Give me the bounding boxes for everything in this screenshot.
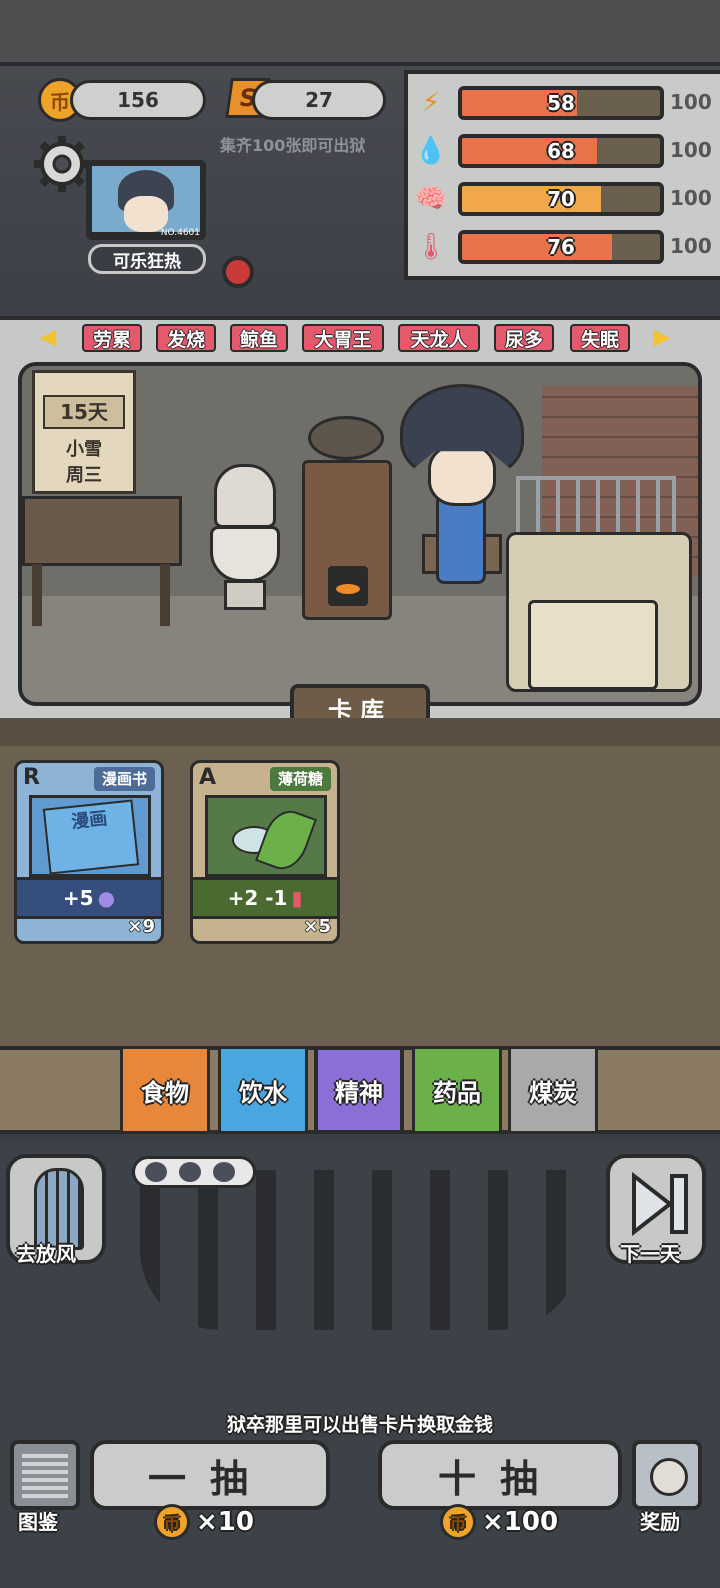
mind-value: 70 [547,187,575,211]
special-counter: 27 [252,80,386,120]
trait-tag[interactable]: 劳累 [82,324,142,352]
trait-tag[interactable]: 大胃王 [302,324,384,352]
temperature-value: 76 [547,235,575,259]
category-water[interactable]: 饮水 [218,1046,308,1134]
temperature-icon: 🌡 [414,232,448,262]
energy-max: 100 [670,90,712,114]
category-mind[interactable]: 精神 [314,1046,404,1134]
wooden-table[interactable] [22,496,182,636]
mind-max: 100 [670,186,712,210]
mouse-reward-icon[interactable] [632,1440,702,1510]
reward-label[interactable]: 奖励 [640,1506,680,1535]
yard-label: 去放风 [16,1242,76,1266]
category-coal[interactable]: 煤炭 [508,1046,598,1134]
prison-cell-scene: 15天 小雪 周三 [18,362,702,706]
sell-tip: 狱卒那里可以出售卡片换取金钱 [226,1414,493,1436]
trait-tag[interactable]: 天龙人 [398,324,480,352]
prisoner-name: 可乐狂热 [88,244,206,274]
water-bar: 68 [458,134,664,168]
temperature-max: 100 [670,234,712,258]
energy-icon: ⚡ [421,88,441,118]
single-draw-cost: 币 ×10 [154,1502,254,1542]
ten-draw-cost: 币 ×100 [440,1502,558,1542]
water-icon: 💧 [414,136,448,166]
card-count: ×9 [127,916,155,937]
coin-icon: 币 [154,1504,190,1540]
card-rarity: A [199,765,217,790]
trait-tag[interactable]: 失眠 [570,324,630,352]
guard-face-icon [213,1162,235,1182]
single-draw-button[interactable]: 一抽 [90,1440,330,1510]
card-name: 薄荷糖 [269,767,331,791]
escape-hint: 集齐100张即可出狱 [220,136,366,155]
water-max: 100 [670,138,712,162]
scroll-left-icon[interactable]: ◀ [38,324,58,352]
coin-icon: 币 [440,1504,476,1540]
settings-gear-icon[interactable] [32,134,92,194]
card-count: ×5 [303,916,331,937]
comic-book-icon: 漫画 [29,795,151,877]
ten-draw-cost-value: ×100 [482,1507,559,1537]
stat-mind: 🧠 70 100 [408,180,720,220]
trait-tag[interactable]: 尿多 [494,324,554,352]
scroll-right-icon[interactable]: ▶ [652,324,672,352]
trait-tag[interactable]: 发烧 [156,324,216,352]
temperature-bar: 76 [458,230,664,264]
mint-leaf [255,804,317,876]
energy-bar: 58 [458,86,664,120]
prisoner-avatar [92,166,200,232]
calendar-weekday: 周三 [66,465,102,486]
mint-leaf-icon [205,795,327,877]
stat-temperature: 🌡 76 100 [408,228,720,268]
energy-value: 58 [547,91,575,115]
special-count: 27 [305,88,333,112]
ten-draw-button[interactable]: 十抽 [378,1440,622,1510]
guard-face-icon [179,1162,201,1182]
card-effect: +2 -1 ▮ [193,877,337,919]
calendar-poster[interactable]: 15天 小雪 周三 [32,370,136,494]
portrait-monitor[interactable]: NO.4601 [86,160,206,240]
alarm-light [222,256,254,288]
water-value: 68 [547,139,575,163]
brain-icon: ● [97,886,116,910]
single-draw-cost-value: ×10 [196,1507,254,1537]
coal-stove[interactable] [302,416,392,626]
trait-tag[interactable]: 鲸鱼 [230,324,288,352]
brain-icon: 🧠 [414,184,448,214]
skip-forward-icon [632,1172,688,1236]
card-effect: +5 ● [17,877,161,919]
guard-face-icon [145,1162,167,1182]
card-mint-candy[interactable]: A 薄荷糖 +2 -1 ▮ ×5 [190,760,340,944]
coin-counter: 156 [70,80,206,120]
temperature-icon: ▮ [291,886,303,910]
toilet[interactable] [210,464,280,614]
card-rarity: R [23,765,40,790]
stat-water: 💧 68 100 [408,132,720,172]
category-medicine[interactable]: 药品 [412,1046,502,1134]
pillow [528,600,658,690]
album-book-icon[interactable] [10,1440,80,1510]
next-day-label: 下一天 [620,1242,680,1266]
comic-cover-text: 漫画 [42,799,140,875]
stats-panel: ⚡ 58 100 💧 68 100 🧠 70 100 🌡 76 100 [404,70,720,280]
card-effect-value: +2 -1 [227,886,288,910]
stat-energy: ⚡ 58 100 [408,84,720,124]
prison-bed[interactable] [506,476,696,696]
category-food[interactable]: 食物 [120,1046,210,1134]
album-label[interactable]: 图鉴 [18,1506,58,1535]
calendar-day: 15天 [43,395,125,429]
card-comic-book[interactable]: R 漫画书 漫画 +5 ● ×9 [14,760,164,944]
coin-count: 156 [117,88,159,112]
prisoner-number: NO.4601 [160,228,200,238]
calendar-weather: 小雪 [66,439,102,460]
mind-bar: 70 [458,182,664,216]
card-effect-value: +5 [62,886,94,910]
thought-bubble [132,1156,256,1188]
card-name: 漫画书 [93,767,155,791]
